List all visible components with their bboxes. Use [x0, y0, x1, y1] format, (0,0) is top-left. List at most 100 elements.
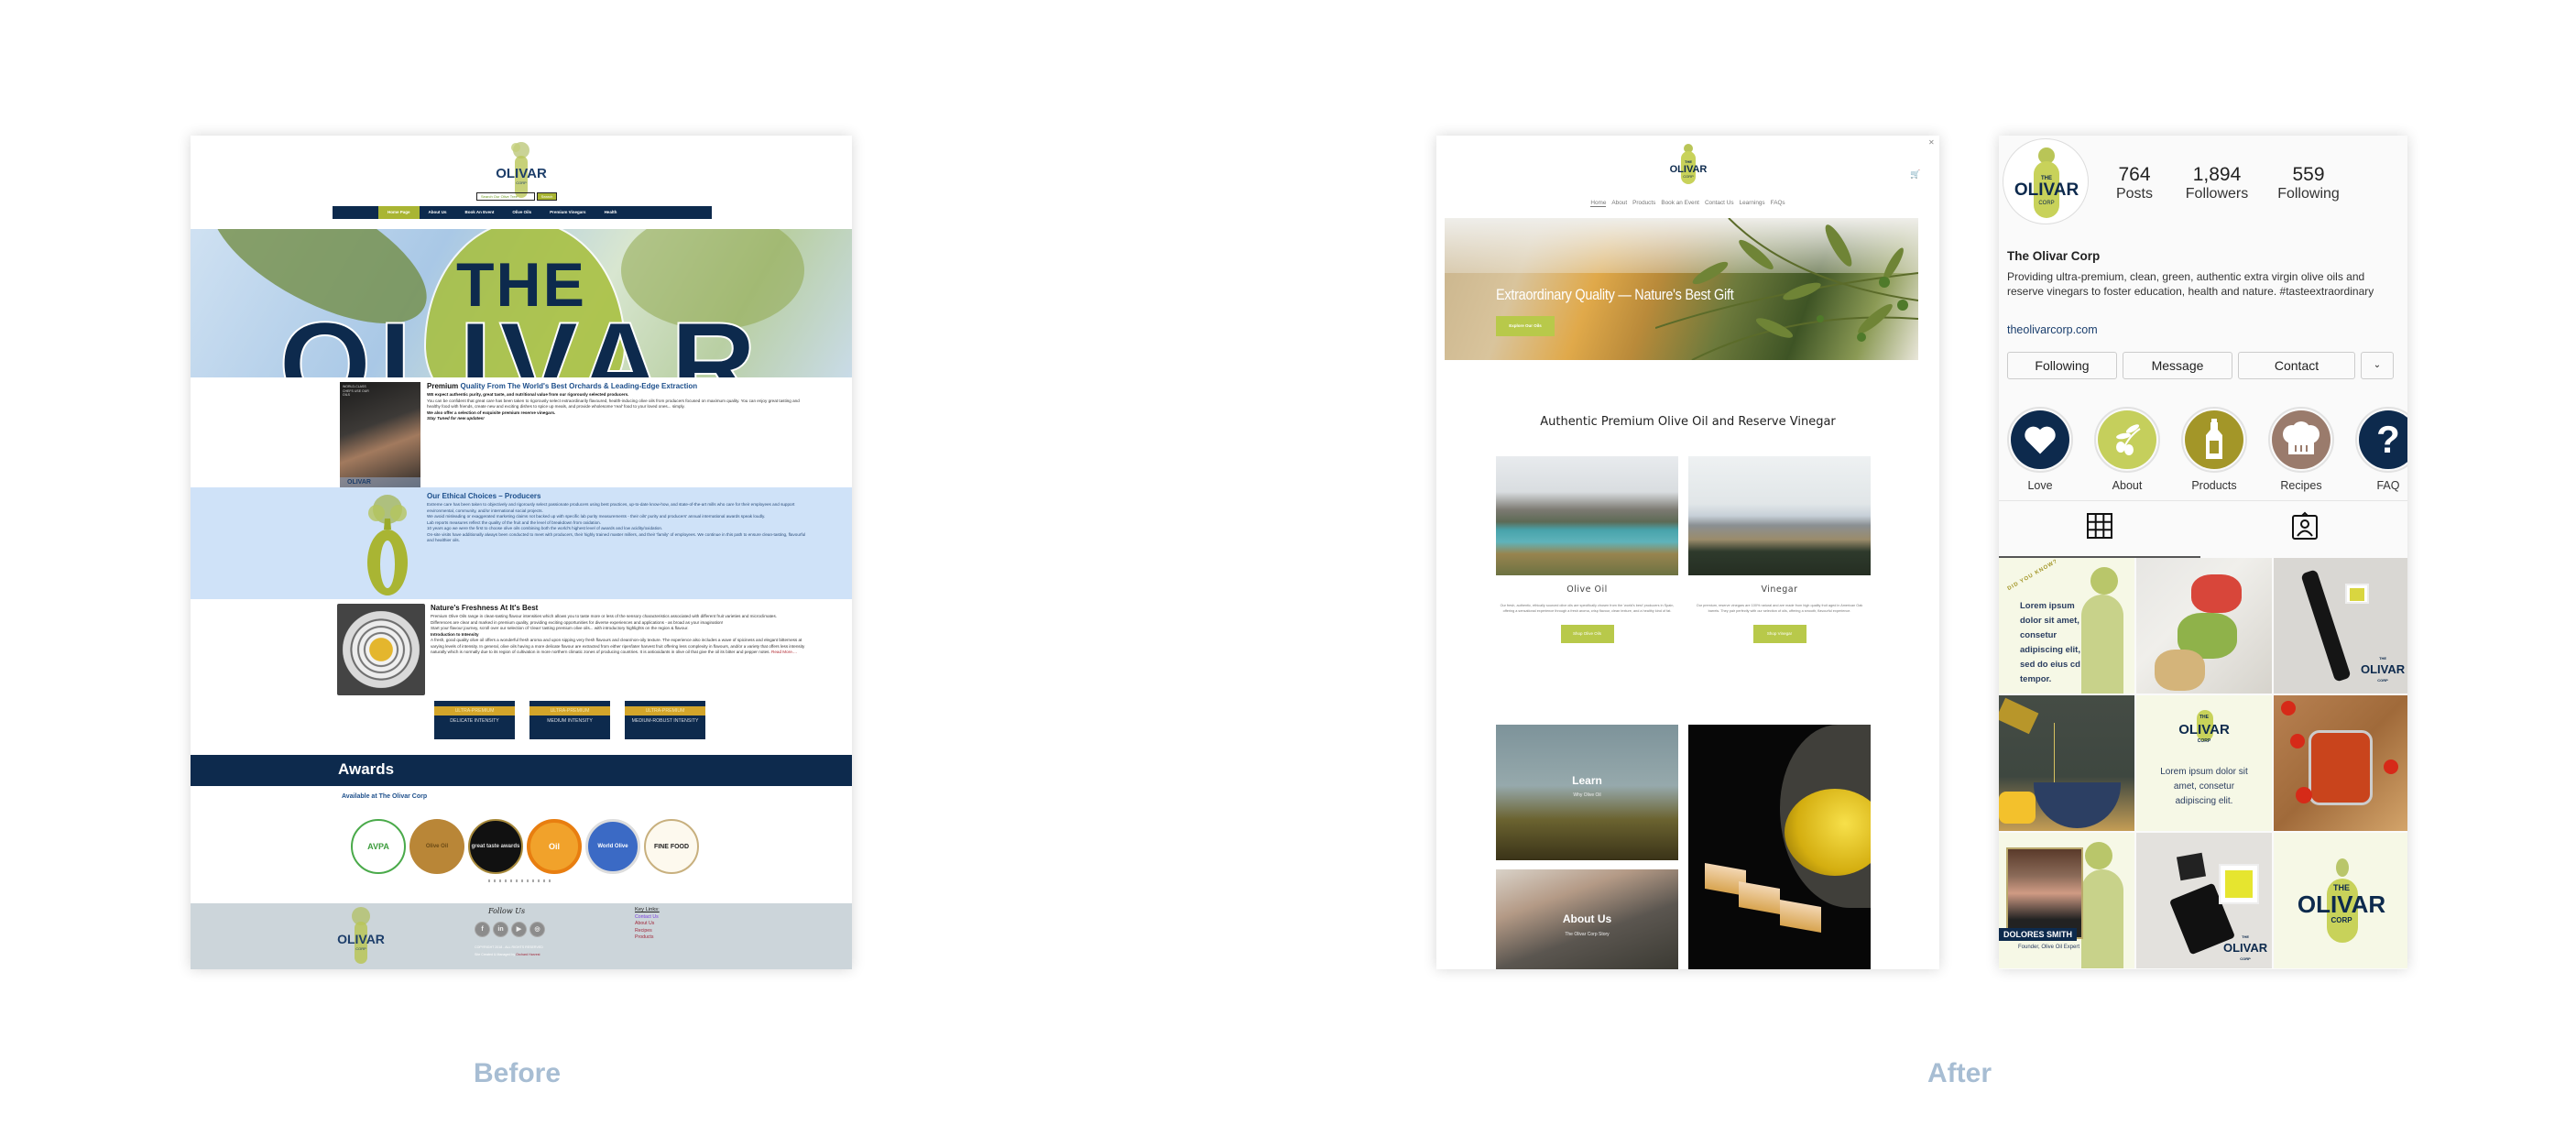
profile-website-link[interactable]: theolivarcorp.com: [2007, 323, 2098, 336]
main-nav: Home Page About Us Book An Event Olive O…: [333, 206, 712, 219]
carousel-dot[interactable]: [510, 879, 512, 882]
highlight-about[interactable]: About: [2093, 407, 2161, 492]
olivar-logo[interactable]: OLIVAR CORP: [490, 139, 552, 200]
carousel-dot[interactable]: [527, 879, 529, 882]
grid-icon[interactable]: [2085, 511, 2114, 541]
nav-faqs[interactable]: FAQs: [1771, 200, 1785, 207]
linkedin-icon[interactable]: in: [493, 922, 508, 937]
read-more-link[interactable]: Read More....: [771, 650, 797, 654]
carousel-dots[interactable]: [488, 879, 551, 882]
more-dropdown-button[interactable]: ⌄: [2361, 352, 2394, 379]
message-button[interactable]: Message: [2123, 352, 2232, 379]
facebook-icon[interactable]: f: [475, 922, 490, 937]
tier-intensity: DELICATE INTENSITY: [450, 718, 499, 724]
contact-button[interactable]: Contact: [2238, 352, 2355, 379]
carousel-dot[interactable]: [494, 879, 496, 882]
nav-learnings[interactable]: Learnings: [1740, 200, 1765, 207]
carousel-dot[interactable]: [521, 879, 523, 882]
carousel-dot[interactable]: [538, 879, 540, 882]
tomato: [2281, 701, 2296, 716]
tagged-icon[interactable]: [2290, 511, 2319, 541]
highlight-faq[interactable]: ? FAQ: [2354, 407, 2407, 492]
close-icon[interactable]: ✕: [1928, 138, 1935, 147]
nav-products[interactable]: Products: [1632, 200, 1655, 207]
post-did-you-know[interactable]: DID YOU KNOW? Lorem ipsum dolor sit amet…: [1999, 558, 2134, 694]
olivar-logo[interactable]: THE OLIVAR CORP: [1665, 143, 1712, 185]
explore-oils-button[interactable]: Explore Our Oils: [1496, 316, 1555, 336]
highlight-love[interactable]: Love: [2006, 407, 2074, 492]
post-olivar-logo-lorem[interactable]: THE OLIVAR CORP Lorem ipsum dolor sit amet…: [2136, 695, 2272, 831]
carousel-dot[interactable]: [543, 879, 545, 882]
profile-avatar[interactable]: THE OLIVAR CORP: [2003, 138, 2089, 224]
nav-home-page[interactable]: Home Page: [378, 206, 420, 219]
stat-followers[interactable]: 1,894 Followers: [2182, 164, 2252, 202]
cart-icon[interactable]: 🛒: [1910, 169, 1920, 180]
key-link-about[interactable]: About Us: [635, 921, 660, 928]
nav-book-an-event[interactable]: Book an Event: [1661, 200, 1699, 207]
stat-posts[interactable]: 764 Posts: [2109, 164, 2160, 202]
search-input[interactable]: Search Our Olive Tree: [476, 192, 535, 201]
instagram-icon[interactable]: ◎: [529, 922, 545, 937]
before-website: OLIVAR CORP Search Our Olive Tree Search…: [191, 136, 852, 969]
carousel-dot[interactable]: [505, 879, 507, 882]
nav-premium-vinegars[interactable]: Premium Vinegars: [540, 206, 595, 219]
brand-corp: CORP: [2377, 678, 2388, 683]
credit-link[interactable]: Orchard Harvest: [516, 953, 540, 956]
about-us-tile[interactable]: About Us The Olivar Corp Story: [1496, 869, 1678, 969]
post-founder[interactable]: DOLORES SMITH Founder, Olive Oil Expert: [1999, 833, 2134, 968]
post-pouring-oil[interactable]: [1999, 695, 2134, 831]
svg-text:CORP: CORP: [1683, 174, 1694, 179]
tier-medium[interactable]: ULTRA-PREMIUM MEDIUM INTENSITY: [529, 701, 610, 739]
key-link-recipes[interactable]: Recipes: [635, 928, 660, 935]
nav-about-us[interactable]: About Us: [420, 206, 456, 219]
carousel-dot[interactable]: [516, 879, 518, 882]
hero-olivar: OLIVAR: [278, 297, 764, 377]
tier-label: ULTRA-PREMIUM: [529, 706, 610, 716]
highlight-recipes[interactable]: Recipes: [2267, 407, 2335, 492]
award-badge-great-taste[interactable]: great taste awards: [468, 819, 523, 874]
quality-section: WORLD-CLASS CHEFS USE OUR OILS OLIVAR Pr…: [191, 377, 852, 488]
post-full-moon-bottle[interactable]: THE OLIVAR CORP: [2136, 833, 2272, 968]
award-badge-fine-food[interactable]: FINE FOOD: [644, 819, 699, 874]
nav-contact-us[interactable]: Contact Us: [1705, 200, 1734, 207]
award-badge-oil[interactable]: Oil: [527, 819, 582, 874]
stat-value: 764: [2118, 164, 2151, 185]
nav-home[interactable]: Home: [1590, 200, 1607, 207]
tree-shape: [2336, 858, 2349, 877]
carousel-dot[interactable]: [532, 879, 534, 882]
nav-health[interactable]: Health: [595, 206, 627, 219]
founder-title: Founder, Olive Oil Expert: [2018, 945, 2080, 950]
shop-olive-oils-button[interactable]: Shop Olive Oils: [1560, 625, 1614, 643]
carousel-dot[interactable]: [549, 879, 551, 882]
search-button[interactable]: Search: [537, 192, 557, 201]
tier-medium-robust[interactable]: ULTRA-PREMIUM MEDIUM-ROBUST INTENSITY: [625, 701, 705, 739]
footer-logo[interactable]: OLIVAR CORP: [333, 905, 389, 966]
tier-delicate[interactable]: ULTRA-PREMIUM DELICATE INTENSITY: [434, 701, 515, 739]
following-button[interactable]: Following: [2007, 352, 2117, 379]
tomato: [2296, 787, 2312, 803]
stat-following[interactable]: 559 Following: [2274, 164, 2343, 202]
carousel-dot[interactable]: [499, 879, 501, 882]
nav-olive-oils[interactable]: Olive Oils: [503, 206, 540, 219]
award-badge-olive-oil[interactable]: Olive Oil: [409, 819, 464, 874]
highlight-products[interactable]: Products: [2180, 407, 2248, 492]
award-badge-world-olive[interactable]: World Olive: [585, 819, 640, 874]
award-badge-avpa[interactable]: AVPA: [351, 819, 406, 874]
post-olivar-brand[interactable]: THE OLIVAR CORP: [2274, 833, 2407, 968]
learn-tile[interactable]: Learn Why Olive Oil: [1496, 725, 1678, 860]
nav-about[interactable]: About: [1611, 200, 1627, 207]
key-link-contact[interactable]: Contact Us: [635, 914, 660, 922]
brand-corp: CORP: [2197, 738, 2211, 744]
post-bruschetta[interactable]: [2136, 558, 2272, 694]
brand-name: OLIVAR: [2297, 890, 2386, 918]
carousel-dot[interactable]: [488, 879, 490, 882]
post-olive-oil-bottle[interactable]: THE OLIVAR CORP: [2274, 558, 2407, 694]
key-links-title: Key Links:: [635, 907, 660, 912]
youtube-icon[interactable]: ▶: [511, 922, 527, 937]
key-link-products[interactable]: Products: [635, 934, 660, 942]
shop-vinegar-button[interactable]: Shop Vinegar: [1752, 625, 1806, 643]
brand-name: OLIVAR: [2178, 722, 2230, 737]
nav-book-an-event[interactable]: Book An Event: [456, 206, 504, 219]
highlight-label: Products: [2191, 479, 2237, 492]
post-tomato-jar[interactable]: [2274, 695, 2407, 831]
